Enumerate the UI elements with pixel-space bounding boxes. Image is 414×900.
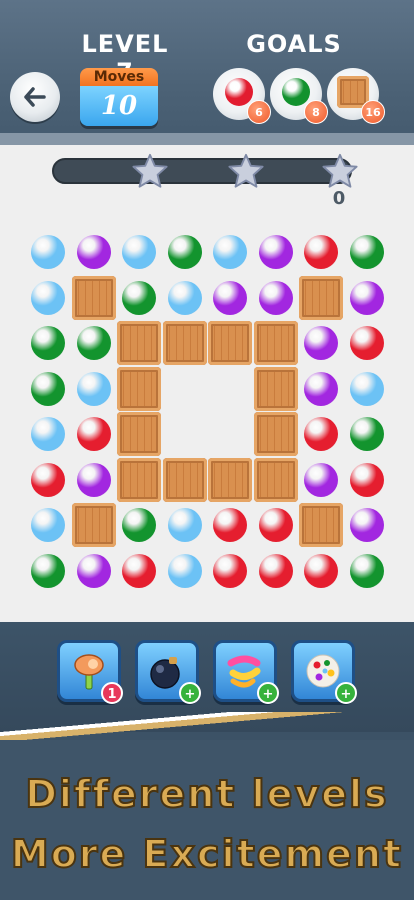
red-ball[interactable] [31,462,65,497]
crate-tile[interactable] [162,457,207,502]
moves-label: Moves [80,68,158,86]
red-ball[interactable] [213,508,247,542]
purple-ball[interactable] [76,235,111,269]
add-booster-icon[interactable]: + [335,682,357,704]
purple-ball[interactable] [76,462,111,497]
blue-ball[interactable] [31,417,65,451]
crate-tile[interactable] [299,503,343,547]
red-ball[interactable] [258,553,293,588]
green-ball[interactable] [349,417,384,451]
swap-booster-button[interactable]: + [213,640,279,704]
star-icon [322,153,358,188]
red-ball-icon [225,78,253,106]
crate-tile[interactable] [117,321,161,365]
moves-value: 10 [80,86,158,126]
green-ball[interactable] [167,235,202,269]
crate-tile[interactable] [117,457,161,502]
green-ball[interactable] [31,371,65,406]
add-booster-icon[interactable]: + [257,682,279,704]
green-ball[interactable] [76,326,111,360]
color-bomb-booster-button[interactable]: + [291,640,357,704]
blue-ball[interactable] [31,280,65,315]
promo-banner [0,740,414,900]
purple-ball[interactable] [349,508,384,542]
red-ball[interactable] [304,417,338,451]
blue-ball[interactable] [167,280,202,315]
promo-line-2: More Excitement [10,831,404,877]
purple-ball[interactable] [349,280,384,315]
goals-title: GOALS [246,30,342,58]
blue-ball[interactable] [122,235,156,269]
crate-tile[interactable] [253,366,298,411]
back-button[interactable] [10,72,60,122]
score-progress-bar [52,158,352,184]
red-ball[interactable] [349,462,384,497]
red-ball[interactable] [76,417,111,451]
red-ball[interactable] [304,553,338,588]
purple-ball[interactable] [76,553,111,588]
goal-count: 8 [304,100,328,124]
purple-ball[interactable] [258,280,293,315]
blue-ball[interactable] [76,371,111,406]
blue-ball[interactable] [31,235,65,269]
crate-tile[interactable] [299,275,343,320]
red-ball[interactable] [304,235,338,269]
crate-tile[interactable] [71,275,116,320]
purple-ball[interactable] [304,371,338,406]
crate-tile[interactable] [117,366,161,411]
crate-tile[interactable] [253,321,298,365]
crate-tile[interactable] [117,412,161,456]
goal-crate: 16 [327,68,385,124]
blue-ball[interactable] [167,508,202,542]
purple-ball[interactable] [304,326,338,360]
crate-tile[interactable] [253,412,298,456]
red-ball[interactable] [213,553,247,588]
crate-tile[interactable] [71,503,116,547]
green-ball[interactable] [122,280,156,315]
blue-ball[interactable] [213,235,247,269]
goal-count: 6 [247,100,271,124]
purple-ball[interactable] [258,235,293,269]
green-ball[interactable] [31,553,65,588]
red-ball[interactable] [349,326,384,360]
moves-counter: Moves 10 [80,68,158,126]
promo-line-1: Different levels [24,771,389,817]
green-ball-icon [282,78,310,106]
star-icon [228,153,264,188]
blue-ball[interactable] [349,371,384,406]
back-arrow-icon [24,87,46,107]
hammer-booster-button[interactable]: 1 [57,640,123,704]
green-ball[interactable] [349,553,384,588]
red-ball[interactable] [122,553,156,588]
booster-count-badge: 1 [101,682,123,704]
bomb-booster-button[interactable]: + [135,640,201,704]
goal-green-ball: 8 [270,68,328,124]
blue-ball[interactable] [31,508,65,542]
purple-ball[interactable] [213,280,247,315]
score-value: 0 [332,188,346,209]
crate-tile[interactable] [208,457,252,502]
goal-red-ball: 6 [213,68,271,124]
header-divider [0,133,414,145]
green-ball[interactable] [31,326,65,360]
goal-count: 16 [361,100,385,124]
crate-tile[interactable] [162,321,207,365]
green-ball[interactable] [122,508,156,542]
crate-tile[interactable] [208,321,252,365]
star-icon [132,153,168,188]
red-ball[interactable] [258,508,293,542]
add-booster-icon[interactable]: + [179,682,201,704]
purple-ball[interactable] [304,462,338,497]
crate-tile[interactable] [253,457,298,502]
blue-ball[interactable] [167,553,202,588]
green-ball[interactable] [349,235,384,269]
